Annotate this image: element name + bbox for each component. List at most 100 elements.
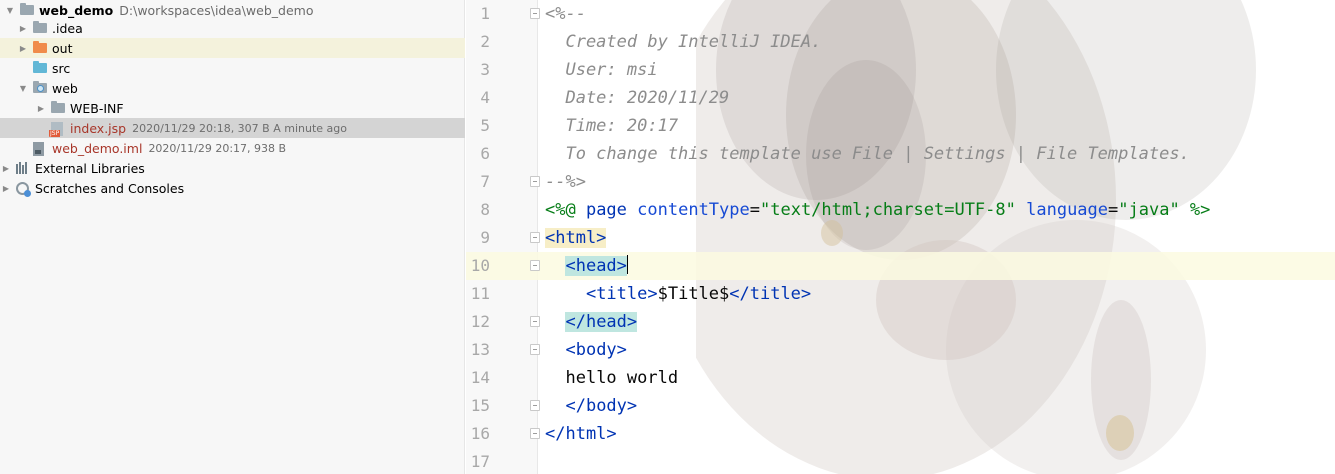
tree-item-idea[interactable]: ▶ .idea (0, 18, 465, 38)
line-number: 5 (480, 116, 490, 135)
tree-item-label: web (52, 80, 78, 96)
code-line[interactable]: 13 <body> (466, 336, 1335, 364)
tree-item-web-demo-iml[interactable]: web_demo.iml 2020/11/29 20:17, 938 B (0, 138, 465, 158)
chevron-right-icon[interactable]: ▶ (0, 182, 12, 194)
line-number: 10 (470, 256, 490, 275)
jsp-file-icon (49, 122, 65, 137)
scratches-icon (16, 182, 31, 197)
root-path: D:\workspaces\idea\web_demo (119, 2, 314, 18)
tree-item-index-jsp[interactable]: index.jsp 2020/11/29 20:18, 307 B A minu… (0, 118, 465, 138)
code-text: </html> (545, 424, 617, 444)
line-number: 17 (470, 452, 490, 471)
code-line[interactable]: 9 <html> (466, 224, 1335, 252)
chevron-right-icon[interactable]: ▶ (17, 42, 29, 54)
code-line[interactable]: 5 Time: 20:17 (466, 112, 1335, 140)
code-text: <body> (565, 340, 627, 360)
library-icon (16, 162, 30, 174)
tree-item-web-inf[interactable]: ▶ WEB-INF (0, 98, 465, 118)
line-number: 7 (480, 172, 490, 191)
code-line[interactable]: 11 <title>$Title$</title> (466, 280, 1335, 308)
line-number: 9 (480, 228, 490, 247)
code-text: --%> (545, 172, 586, 192)
tree-item-label: .idea (52, 20, 83, 36)
code-text: Created by IntelliJ IDEA. (545, 32, 822, 52)
code-line[interactable]: 6 To change this template use File | Set… (466, 140, 1335, 168)
folder-icon (51, 101, 65, 114)
root-name: web_demo (39, 2, 114, 18)
code-line[interactable]: 16 </html> (466, 420, 1335, 448)
chevron-right-icon[interactable]: ▶ (17, 22, 29, 34)
code-text: hello world (565, 368, 679, 388)
code-line[interactable]: 2 Created by IntelliJ IDEA. (466, 28, 1335, 56)
code-text: <html> (545, 228, 607, 248)
line-number: 1 (480, 4, 490, 23)
tree-item-label: WEB-INF (70, 100, 124, 116)
tree-item-out[interactable]: ▶ out (0, 38, 465, 58)
line-number: 2 (480, 32, 490, 51)
tree-item-label: web_demo.iml (52, 140, 143, 156)
folder-icon (33, 21, 47, 34)
tree-root-web-demo[interactable]: ▼ web_demo D:\workspaces\idea\web_demo (0, 0, 465, 20)
code-text: <head> (565, 255, 628, 276)
chevron-down-icon[interactable]: ▼ (4, 4, 16, 16)
code-text: </body> (565, 396, 638, 416)
fold-end-icon[interactable] (530, 428, 540, 439)
code-line[interactable]: 17 (466, 448, 1335, 474)
fold-end-icon[interactable] (530, 316, 540, 327)
line-number: 13 (470, 340, 490, 359)
fold-collapse-icon[interactable] (530, 344, 540, 355)
fold-end-icon[interactable] (530, 176, 540, 187)
line-number: 6 (480, 144, 490, 163)
module-folder-icon (20, 3, 34, 16)
line-number: 15 (470, 396, 490, 415)
chevron-right-icon[interactable]: ▶ (0, 162, 12, 174)
line-number: 14 (470, 368, 490, 387)
line-number: 16 (470, 424, 490, 443)
fold-collapse-icon[interactable] (530, 260, 540, 271)
tree-item-label: External Libraries (35, 160, 145, 176)
project-tree-panel: ▼ web_demo D:\workspaces\idea\web_demo ▶… (0, 0, 465, 474)
tree-item-web[interactable]: ▼ web (0, 78, 465, 98)
code-line[interactable]: 8 <%@ page contentType="text/html;charse… (466, 196, 1335, 224)
tree-item-src[interactable]: src (0, 58, 465, 78)
code-text: To change this template use File | Setti… (545, 144, 1190, 164)
code-line[interactable]: 12 </head> (466, 308, 1335, 336)
tree-item-label: src (52, 60, 71, 76)
source-folder-icon (33, 61, 47, 74)
tree-item-label: index.jsp (70, 120, 127, 136)
code-text: Date: 2020/11/29 (545, 88, 730, 108)
line-number: 8 (480, 200, 490, 219)
tree-item-label: Scratches and Consoles (35, 180, 185, 196)
code-text: User: msi (545, 60, 658, 80)
web-folder-icon (33, 81, 47, 94)
code-text: Time: 20:17 (545, 116, 679, 136)
code-line[interactable]: 3 User: msi (466, 56, 1335, 84)
file-meta: 2020/11/29 20:18, 307 B A minute ago (132, 121, 347, 135)
code-text: <title>$Title$</title> (585, 284, 812, 304)
tree-item-label: out (52, 40, 73, 56)
fold-collapse-icon[interactable] (530, 8, 540, 19)
code-line[interactable]: 4 Date: 2020/11/29 (466, 84, 1335, 112)
tree-item-scratches[interactable]: ▶ Scratches and Consoles (0, 178, 465, 198)
code-line[interactable]: 7 --%> (466, 168, 1335, 196)
code-text: </head> (565, 312, 638, 332)
code-text: <%-- (545, 4, 586, 24)
line-number: 3 (480, 60, 490, 79)
line-number: 12 (470, 312, 490, 331)
chevron-right-icon[interactable]: ▶ (35, 102, 47, 114)
code-editor[interactable]: 1 <%-- 2 Created by IntelliJ IDEA. 3 Use… (466, 0, 1335, 474)
text-caret (626, 255, 628, 274)
code-line-current[interactable]: 10 <head> (466, 252, 1335, 280)
code-line[interactable]: 14 hello world (466, 364, 1335, 392)
line-number: 11 (470, 284, 490, 303)
code-line[interactable]: 1 <%-- (466, 0, 1335, 28)
fold-collapse-icon[interactable] (530, 232, 540, 243)
excluded-folder-icon (33, 41, 47, 54)
code-line[interactable]: 15 </body> (466, 392, 1335, 420)
tree-item-external-libraries[interactable]: ▶ External Libraries (0, 158, 465, 178)
chevron-down-icon[interactable]: ▼ (17, 82, 29, 94)
fold-end-icon[interactable] (530, 400, 540, 411)
